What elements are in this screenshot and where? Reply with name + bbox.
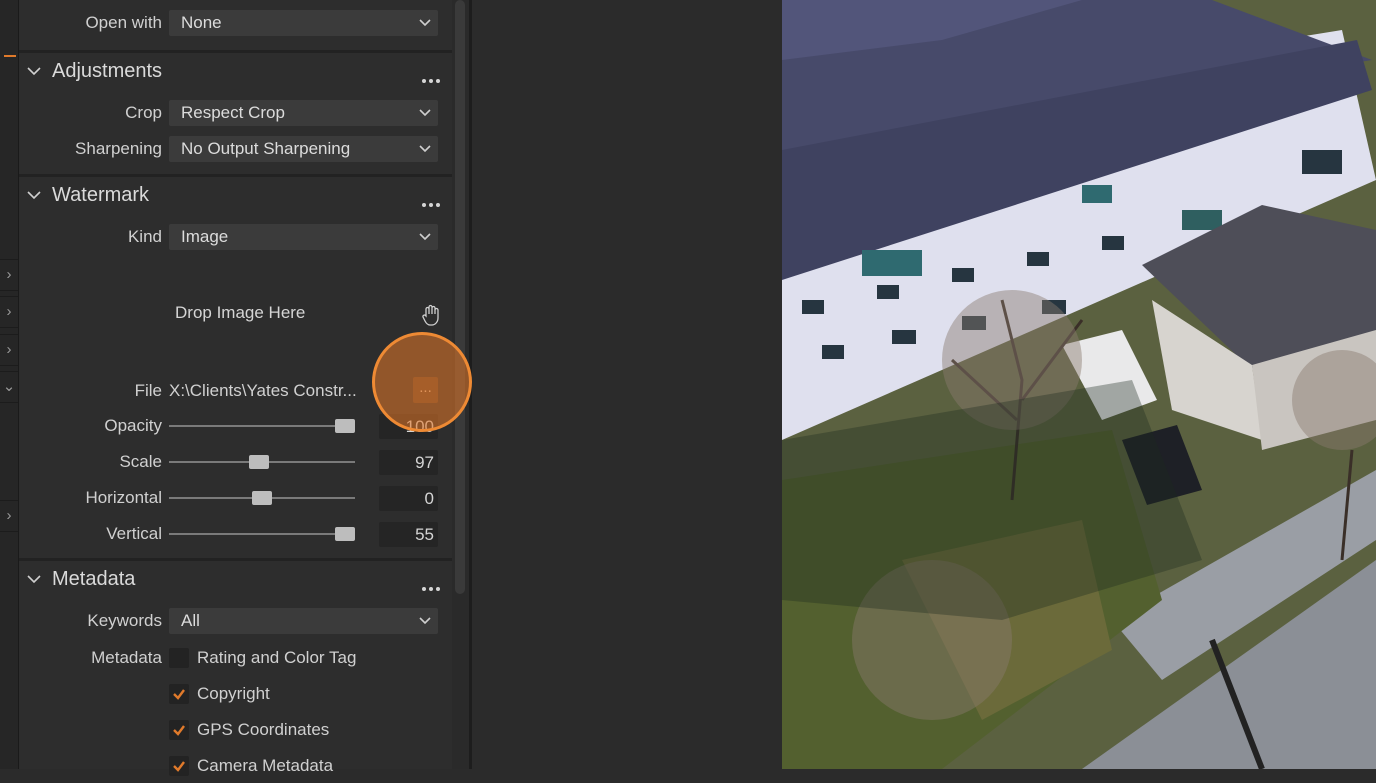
horizontal-label: Horizontal (85, 488, 162, 507)
checkmark-icon (173, 725, 185, 736)
horizontal-value: 0 (424, 489, 434, 508)
open-with-dropdown[interactable]: None (169, 10, 438, 36)
watermark-section-header[interactable]: Watermark (19, 176, 452, 214)
panel-scrollbar-thumb[interactable] (455, 0, 465, 594)
vertical-input[interactable]: 55 (379, 522, 438, 547)
slider-track (169, 533, 355, 535)
scale-input[interactable]: 97 (379, 450, 438, 475)
scale-row: Scale 97 (19, 446, 452, 478)
kind-dropdown[interactable]: Image (169, 224, 438, 250)
metadata-option-row: Copyright (19, 677, 452, 711)
hand-icon[interactable] (419, 302, 445, 328)
metadata-section-header[interactable]: Metadata (19, 560, 452, 598)
chevron-down-icon (419, 109, 431, 117)
copyright-checkbox[interactable] (169, 684, 189, 704)
checkbox-label: Copyright (197, 684, 270, 703)
scale-value: 97 (415, 453, 434, 472)
vertical-label: Vertical (106, 524, 162, 543)
checkbox-label: Rating and Color Tag (197, 648, 357, 667)
sharpening-dropdown[interactable]: No Output Sharpening (169, 136, 438, 162)
watermark-file-path: X:\Clients\Yates Constr... (169, 381, 357, 400)
horizontal-slider[interactable] (169, 482, 355, 514)
kind-row: Kind Image (19, 221, 452, 253)
horizontal-input[interactable]: 0 (379, 486, 438, 511)
keywords-row: Keywords All (19, 605, 452, 637)
more-options-icon[interactable] (419, 192, 440, 212)
gps-coordinates-checkbox[interactable] (169, 720, 189, 740)
crop-dropdown[interactable]: Respect Crop (169, 100, 438, 126)
expand-chevron-icon[interactable]: › (0, 334, 18, 366)
rating-color-tag-checkbox[interactable] (169, 648, 189, 668)
sharpening-row: Sharpening No Output Sharpening (19, 133, 452, 165)
checkbox-label: Camera Metadata (197, 756, 334, 775)
crop-label: Crop (125, 103, 162, 122)
chevron-down-icon (419, 233, 431, 241)
sharpening-label: Sharpening (75, 139, 162, 158)
keywords-value: All (181, 611, 200, 630)
aerial-photo (782, 0, 1376, 769)
kind-value: Image (181, 227, 229, 246)
metadata-option-row: Metadata Rating and Color Tag (19, 641, 452, 675)
slider-knob[interactable] (335, 419, 355, 433)
slider-track (169, 425, 355, 427)
adjustments-title: Adjustments (52, 60, 163, 82)
crop-row: Crop Respect Crop (19, 97, 452, 129)
more-options-icon[interactable] (419, 68, 440, 88)
expand-chevron-icon[interactable]: › (0, 500, 18, 532)
vertical-value: 55 (415, 525, 434, 544)
opacity-label: Opacity (104, 416, 162, 435)
scale-label: Scale (119, 452, 162, 471)
metadata-label: Metadata (91, 648, 162, 667)
checkmark-icon (173, 689, 185, 700)
kind-label: Kind (127, 227, 162, 246)
file-label: File (134, 381, 162, 400)
adjustments-section-header[interactable]: Adjustments (19, 52, 452, 90)
chevron-down-icon (27, 191, 41, 200)
image-preview (782, 0, 1376, 769)
more-options-icon[interactable] (419, 576, 440, 596)
camera-metadata-checkbox[interactable] (169, 756, 189, 776)
vertical-slider[interactable] (169, 518, 355, 550)
slider-knob[interactable] (248, 455, 269, 469)
checkbox-label: GPS Coordinates (197, 720, 330, 739)
drop-image-zone[interactable]: Drop Image Here (175, 303, 305, 323)
tool-strip: › › › ⌄ › (0, 0, 19, 769)
active-tool-marker (4, 55, 16, 57)
open-with-label: Open with (85, 13, 162, 32)
chevron-down-icon (419, 145, 431, 153)
keywords-dropdown[interactable]: All (169, 608, 438, 634)
chevron-down-icon (419, 19, 431, 27)
open-with-row: Open with None (19, 7, 452, 39)
metadata-option-row: GPS Coordinates (19, 713, 452, 747)
sharpening-value: No Output Sharpening (181, 139, 351, 158)
vertical-row: Vertical 55 (19, 518, 452, 550)
expand-chevron-icon[interactable]: ⌄ (0, 371, 18, 403)
slider-knob[interactable] (252, 491, 272, 505)
expand-chevron-icon[interactable]: › (0, 296, 18, 328)
slider-knob[interactable] (335, 527, 355, 541)
expand-chevron-icon[interactable]: › (0, 259, 18, 291)
chevron-down-icon (419, 617, 431, 625)
chevron-down-icon (27, 575, 41, 584)
metadata-title: Metadata (52, 568, 136, 590)
metadata-option-row: Camera Metadata (19, 749, 452, 783)
viewer-background (472, 0, 782, 769)
crop-value: Respect Crop (181, 103, 285, 122)
scale-slider[interactable] (169, 446, 355, 478)
opacity-slider[interactable] (169, 410, 355, 442)
keywords-label: Keywords (87, 611, 162, 630)
checkmark-icon (173, 761, 185, 772)
chevron-down-icon (27, 67, 41, 76)
horizontal-row: Horizontal 0 (19, 482, 452, 514)
cursor-highlight (372, 332, 472, 432)
watermark-title: Watermark (52, 184, 150, 206)
open-with-value: None (181, 13, 222, 32)
